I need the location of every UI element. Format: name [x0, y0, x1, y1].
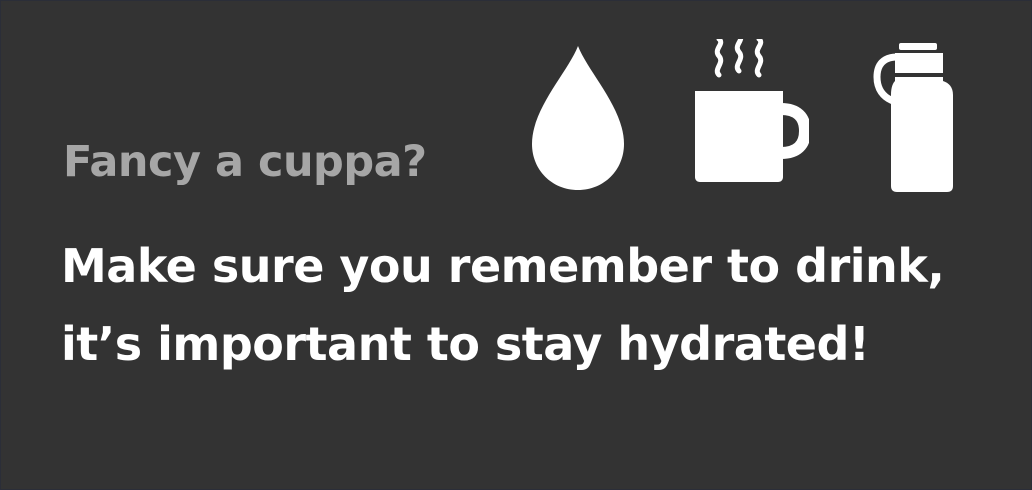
subtitle-text: Fancy a cuppa?	[63, 137, 427, 187]
message-line-1: Make sure you remember to drink,	[61, 239, 945, 293]
water-drop-icon	[532, 46, 624, 190]
message-line-2: it’s important to stay hydrated!	[61, 317, 870, 371]
steaming-mug-icon	[693, 39, 809, 183]
water-bottle-icon	[871, 43, 957, 193]
message-text: Make sure you remember to drink, it’s im…	[61, 227, 945, 383]
hydration-card: Fancy a cuppa? Make sure you remember to…	[1, 1, 1031, 489]
